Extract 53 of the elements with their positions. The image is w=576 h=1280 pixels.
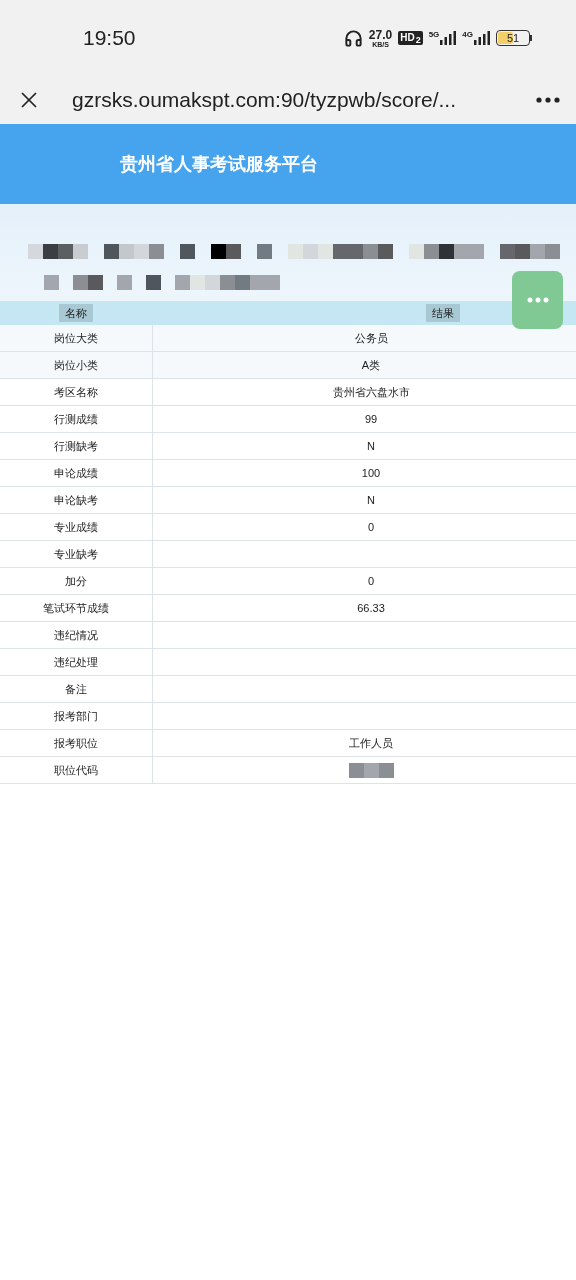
battery-percent: 51	[505, 31, 521, 45]
table-cell-text: N	[367, 492, 375, 508]
site-title: 贵州省人事考试服务平台	[120, 152, 318, 176]
column-header: 名称	[59, 304, 93, 322]
more-icon	[536, 97, 560, 103]
mosaic-drawing	[73, 275, 103, 290]
table-cell-text: A类	[361, 357, 381, 373]
table-cell-text: 99	[364, 411, 378, 427]
mosaic-drawing	[104, 244, 164, 259]
headphones-icon	[343, 28, 363, 48]
table-cell-text: 专业缺考	[53, 546, 99, 562]
table-cell-text: 岗位大类	[53, 330, 99, 346]
table-cell-text: 职位代码	[53, 762, 99, 778]
table-cell-text: N	[367, 438, 375, 454]
mosaic-drawing	[44, 275, 59, 290]
table-cell-text: 申论缺考	[53, 492, 99, 508]
mosaic-drawing	[211, 244, 241, 259]
table-cell-text: 行测缺考	[53, 438, 99, 454]
signal-icon	[440, 31, 457, 45]
signal-icon	[474, 31, 490, 45]
clock-time: 19:50	[83, 25, 136, 52]
mosaic-drawing	[28, 244, 88, 259]
more-icon	[526, 297, 549, 303]
mosaic-drawing	[117, 275, 132, 290]
table-cell-text: 行测成绩	[53, 411, 99, 427]
more-button[interactable]	[536, 97, 560, 103]
table-cell-text: 报考职位	[53, 735, 99, 751]
table-cell-text: 备注	[64, 681, 88, 697]
speed-value: 27.0	[368, 28, 393, 41]
table-cell-text: 0	[367, 519, 375, 535]
table-cell-text: 加分	[64, 573, 88, 589]
table-cell-text: 100	[361, 465, 381, 481]
table-cell-text: 考区名称	[53, 384, 99, 400]
mosaic-drawing	[146, 275, 161, 290]
table-cell-text: 专业成绩	[53, 519, 99, 535]
network-label: 5G	[428, 31, 440, 39]
mosaic-drawing	[257, 244, 272, 259]
table-cell-text: 66.33	[357, 600, 385, 616]
table-cell-text: 0	[367, 573, 375, 589]
table-cell-text: 笔试环节成绩	[42, 600, 110, 616]
table-cell-text: 违纪处理	[53, 654, 99, 670]
table-cell-text: 工作人员	[349, 735, 393, 751]
mosaic-drawing	[180, 244, 195, 259]
mosaic-drawing	[500, 244, 560, 259]
column-header: 结果	[426, 304, 460, 322]
table-cell-text: 岗位小类	[53, 357, 99, 373]
network-label: 4G	[462, 31, 473, 39]
url-text: gzrsks.oumakspt.com:90/tyzpwb/score/...	[72, 87, 456, 114]
table-cell-text: 申论成绩	[53, 465, 99, 481]
table-cell-text: 违纪情况	[53, 627, 99, 643]
table-cell-text: 贵州省六盘水市	[332, 384, 410, 400]
table-cell-text: 公务员	[354, 330, 388, 346]
table-cell-text: 报考部门	[53, 708, 99, 724]
